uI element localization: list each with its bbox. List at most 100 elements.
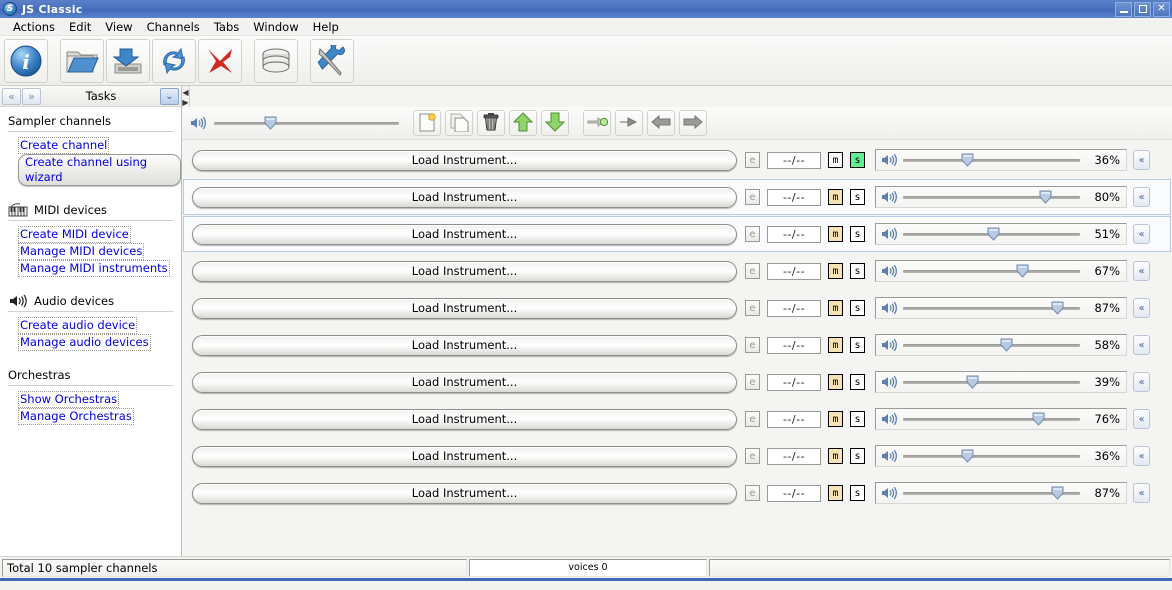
channel-row[interactable]: Load Instrument... e --/-- m s 67% « — [183, 253, 1171, 289]
minimize-button[interactable] — [1115, 1, 1132, 17]
edit-instrument-button[interactable]: e — [745, 189, 760, 205]
channel-volume-slider[interactable] — [903, 448, 1080, 464]
fx-send-field[interactable]: --/-- — [767, 225, 821, 243]
slider-thumb[interactable] — [987, 227, 1000, 241]
splitter-collapse-icon[interactable]: ◀ — [182, 89, 188, 97]
move-channel-up-button[interactable] — [509, 110, 537, 136]
solo-button[interactable]: s — [850, 189, 865, 205]
load-instrument-button[interactable]: Load Instrument... — [192, 371, 737, 393]
move-left-button[interactable] — [647, 110, 675, 136]
channel-row[interactable]: Load Instrument... e --/-- m s 36% « — [183, 142, 1171, 178]
link-show-orchestras[interactable]: Show Orchestras — [18, 391, 120, 408]
load-instrument-button[interactable]: Load Instrument... — [192, 334, 737, 356]
slider-thumb[interactable] — [961, 449, 974, 463]
mute-button[interactable]: m — [828, 263, 843, 279]
link-manage-audio-devices[interactable]: Manage audio devices — [18, 334, 151, 351]
menu-channels[interactable]: Channels — [140, 19, 207, 35]
menu-tabs[interactable]: Tabs — [207, 19, 246, 35]
fx-send-field[interactable]: --/-- — [767, 188, 821, 206]
load-instrument-button[interactable]: Load Instrument... — [192, 223, 737, 245]
channel-volume-slider[interactable] — [903, 263, 1080, 279]
slider-thumb[interactable] — [1039, 190, 1052, 204]
link-create-audio-device[interactable]: Create audio device — [18, 317, 138, 334]
channel-volume-slider[interactable] — [903, 411, 1080, 427]
channel-volume-slider[interactable] — [903, 337, 1080, 353]
tasks-forward-button[interactable]: » — [22, 87, 41, 105]
edit-instrument-button[interactable]: e — [745, 485, 760, 501]
edit-instrument-button[interactable]: e — [745, 411, 760, 427]
close-button[interactable]: ✕ — [1153, 1, 1170, 17]
mute-button[interactable]: m — [828, 337, 843, 353]
fx-send-field[interactable]: --/-- — [767, 373, 821, 391]
solo-button[interactable]: s — [850, 263, 865, 279]
save-button[interactable] — [106, 38, 150, 83]
about-info-button[interactable]: i — [4, 38, 48, 83]
expand-channel-button[interactable]: « — [1133, 150, 1150, 170]
channel-row[interactable]: Load Instrument... e --/-- m s 58% « — [183, 327, 1171, 363]
channel-volume-slider[interactable] — [903, 226, 1080, 242]
solo-button[interactable]: s — [850, 337, 865, 353]
slider-thumb[interactable] — [1051, 301, 1064, 315]
expand-channel-button[interactable]: « — [1133, 224, 1150, 244]
move-right-button[interactable] — [679, 110, 707, 136]
channel-volume-slider[interactable] — [903, 189, 1080, 205]
slider-thumb[interactable] — [264, 116, 277, 130]
mute-button[interactable]: m — [828, 374, 843, 390]
chevron-down-icon[interactable]: ⌄ — [160, 87, 179, 105]
mute-button[interactable]: m — [828, 300, 843, 316]
fx-send-field[interactable]: --/-- — [767, 262, 821, 280]
edit-instrument-button[interactable]: e — [745, 374, 760, 390]
edit-instrument-button[interactable]: e — [745, 337, 760, 353]
mute-button[interactable]: m — [828, 189, 843, 205]
link-manage-orchestras[interactable]: Manage Orchestras — [18, 408, 134, 425]
channel-row[interactable]: Load Instrument... e --/-- m s 87% « — [183, 475, 1171, 511]
move-to-tab-button[interactable] — [615, 110, 643, 136]
solo-button[interactable]: s — [850, 152, 865, 168]
fx-send-field[interactable]: --/-- — [767, 447, 821, 465]
tasks-back-button[interactable]: « — [2, 87, 21, 105]
expand-channel-button[interactable]: « — [1133, 261, 1150, 281]
solo-button[interactable]: s — [850, 374, 865, 390]
preferences-button[interactable] — [310, 38, 354, 83]
menu-actions[interactable]: Actions — [6, 19, 62, 35]
expand-channel-button[interactable]: « — [1133, 483, 1150, 503]
slider-thumb[interactable] — [1000, 338, 1013, 352]
slider-thumb[interactable] — [1051, 486, 1064, 500]
fx-send-field[interactable]: --/-- — [767, 410, 821, 428]
channel-row[interactable]: Load Instrument... e --/-- m s 36% « — [183, 438, 1171, 474]
mute-button[interactable]: m — [828, 411, 843, 427]
solo-button[interactable]: s — [850, 411, 865, 427]
channel-volume-slider[interactable] — [903, 152, 1080, 168]
mute-button[interactable]: m — [828, 448, 843, 464]
menu-window[interactable]: Window — [246, 19, 305, 35]
channel-row[interactable]: Load Instrument... e --/-- m s 80% « — [183, 179, 1171, 215]
master-volume-slider[interactable] — [214, 115, 399, 131]
expand-channel-button[interactable]: « — [1133, 335, 1150, 355]
expand-channel-button[interactable]: « — [1133, 372, 1150, 392]
load-instrument-button[interactable]: Load Instrument... — [192, 149, 737, 171]
mute-button[interactable]: m — [828, 226, 843, 242]
channel-volume-slider[interactable] — [903, 300, 1080, 316]
channel-row[interactable]: Load Instrument... e --/-- m s 87% « — [183, 290, 1171, 326]
slider-thumb[interactable] — [966, 375, 979, 389]
load-instrument-button[interactable]: Load Instrument... — [192, 297, 737, 319]
link-manage-midi-devices[interactable]: Manage MIDI devices — [18, 243, 145, 260]
expand-channel-button[interactable]: « — [1133, 298, 1150, 318]
move-to-new-tab-button[interactable] — [583, 110, 611, 136]
channel-volume-slider[interactable] — [903, 485, 1080, 501]
database-button[interactable] — [254, 38, 298, 83]
channel-row[interactable]: Load Instrument... e --/-- m s 39% « — [183, 364, 1171, 400]
edit-instrument-button[interactable]: e — [745, 448, 760, 464]
edit-instrument-button[interactable]: e — [745, 152, 760, 168]
menu-view[interactable]: View — [98, 19, 139, 35]
expand-channel-button[interactable]: « — [1133, 187, 1150, 207]
menu-edit[interactable]: Edit — [62, 19, 98, 35]
expand-channel-button[interactable]: « — [1133, 446, 1150, 466]
link-manage-midi-instruments[interactable]: Manage MIDI instruments — [18, 260, 170, 277]
channel-volume-slider[interactable] — [903, 374, 1080, 390]
slider-thumb[interactable] — [1032, 412, 1045, 426]
mute-button[interactable]: m — [828, 152, 843, 168]
new-channel-button[interactable] — [413, 110, 441, 136]
maximize-button[interactable] — [1134, 1, 1151, 17]
move-channel-down-button[interactable] — [541, 110, 569, 136]
